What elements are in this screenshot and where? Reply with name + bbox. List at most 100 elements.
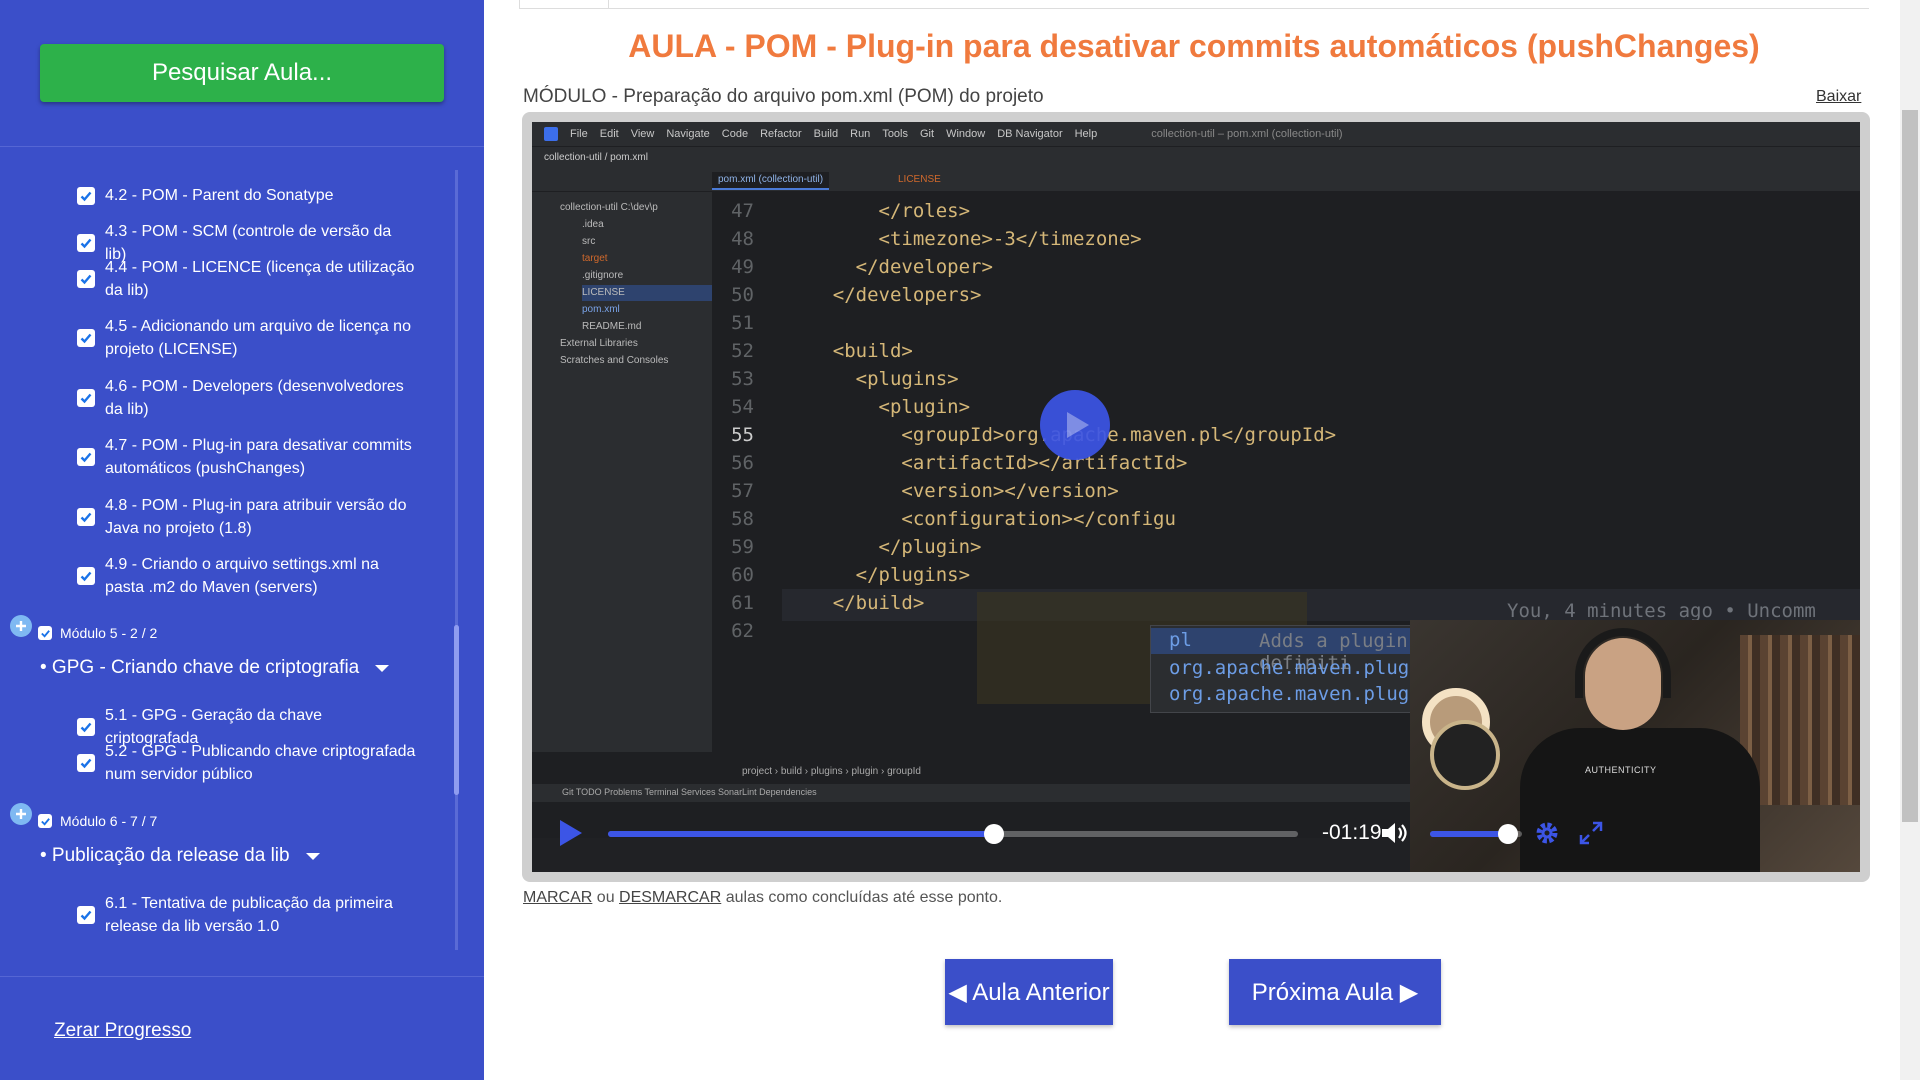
lesson-checkbox[interactable] <box>77 754 95 772</box>
big-play-button[interactable] <box>1040 390 1110 460</box>
lesson-checkbox[interactable] <box>77 448 95 466</box>
line-number: 61 <box>731 592 754 614</box>
expand-plus-icon[interactable] <box>10 803 32 825</box>
lesson-item[interactable]: 4.6 - POM - Developers (desenvolvedores … <box>77 375 417 421</box>
lesson-checkbox[interactable] <box>77 329 95 347</box>
line-number: 49 <box>731 256 754 278</box>
ide-menu-item: Code <box>721 128 749 140</box>
module-6-row[interactable]: Módulo 6 - 7 / 7 <box>10 803 157 829</box>
ide-menu-item: Run <box>850 128 871 140</box>
fullscreen-icon[interactable] <box>1578 820 1604 846</box>
mark-suffix: aulas como concluídas até esse ponto. <box>721 889 1003 906</box>
code-line: <build> <box>787 340 913 362</box>
video-player[interactable]: File Edit View Navigate Code Refactor Build Run… <box>522 112 1870 882</box>
main-content: AULA - POM - Plug-in para desativar comm… <box>484 0 1920 1080</box>
ide-status-text: Git TODO Problems Terminal Services Sona… <box>562 787 817 797</box>
lesson-item[interactable]: 4.4 - POM - LICENCE (licença de utilizaç… <box>77 256 417 302</box>
reset-progress-link[interactable]: Zerar Progresso <box>54 1020 191 1042</box>
lesson-item[interactable]: 4.9 - Criando o arquivo settings.xml na … <box>77 553 417 599</box>
line-number: 53 <box>731 368 754 390</box>
ide-menu: File Edit View Navigate Code Refactor Build Run… <box>570 128 1109 140</box>
module-checkbox[interactable] <box>38 626 52 640</box>
module-label: Módulo 5 - 2 / 2 <box>60 625 158 641</box>
ide-menu-item: Window <box>946 128 986 140</box>
lesson-checkbox[interactable] <box>77 718 95 736</box>
lesson-item[interactable]: 5.2 - GPG - Publicando chave criptografa… <box>77 740 417 786</box>
code-line: <artifactId></artifactId> <box>787 452 1188 474</box>
popup-item: pl <box>1169 629 1192 651</box>
ide-window-title: collection-util – pom.xml (collection-ut… <box>1151 128 1343 140</box>
gear-icon[interactable] <box>1534 820 1560 846</box>
lesson-item[interactable]: 4.2 - POM - Parent do Sonatype <box>77 184 417 207</box>
popup-item: org.apache.maven.plugins <box>1169 683 1444 705</box>
line-number: 48 <box>731 228 754 250</box>
lesson-title: AULA - POM - Plug-in para desativar comm… <box>628 28 1760 64</box>
play-icon[interactable] <box>560 820 582 846</box>
volume-fill <box>1430 831 1509 837</box>
chevron-down-icon[interactable] <box>305 852 320 860</box>
lesson-checkbox[interactable] <box>77 270 95 288</box>
video-frame[interactable]: File Edit View Navigate Code Refactor Build Run… <box>532 122 1860 872</box>
git-blame: You, 4 minutes ago • Uncomm <box>1507 600 1816 622</box>
unmark-link[interactable]: DESMARCAR <box>619 889 721 906</box>
download-link[interactable]: Baixar <box>1816 88 1861 106</box>
lesson-item[interactable]: 4.5 - Adicionando um arquivo de licença … <box>77 315 417 361</box>
tree-item: LICENSE <box>582 285 712 301</box>
progress-fill <box>608 831 995 837</box>
module-checkbox[interactable] <box>38 814 52 828</box>
code-line: <version></version> <box>787 480 1119 502</box>
lesson-label: 4.2 - POM - Parent do Sonatype <box>105 187 334 204</box>
lesson-checkbox[interactable] <box>77 508 95 526</box>
lesson-item[interactable]: 6.1 - Tentativa de publicação da primeir… <box>77 892 417 938</box>
expand-plus-icon[interactable] <box>10 615 32 637</box>
volume-slider[interactable] <box>1430 824 1522 844</box>
line-number: 51 <box>731 312 754 334</box>
code-line: </roles> <box>787 200 971 222</box>
lesson-item[interactable]: 4.7 - POM - Plug-in para desativar commi… <box>77 434 417 480</box>
module-5-row[interactable]: Módulo 5 - 2 / 2 <box>10 615 158 641</box>
ide-menu-item: File <box>570 128 588 140</box>
lesson-label: 5.2 - GPG - Publicando chave criptografa… <box>105 743 416 783</box>
lesson-list: 4.2 - POM - Parent do Sonatype 4.3 - POM … <box>0 170 460 950</box>
code-line: </build> <box>787 592 925 614</box>
lesson-checkbox[interactable] <box>77 186 95 205</box>
mark-link[interactable]: MARCAR <box>523 889 592 906</box>
code-line: </developer> <box>787 256 993 278</box>
play-icon <box>1067 412 1089 438</box>
line-number: 54 <box>731 396 754 418</box>
lesson-label: 4.6 - POM - Developers (desenvolvedores … <box>105 378 404 418</box>
line-number: 60 <box>731 564 754 586</box>
ide-menubar: File Edit View Navigate Code Refactor Build Run… <box>532 122 1860 146</box>
page-scroll-thumb[interactable] <box>1902 110 1918 822</box>
lesson-item[interactable]: 4.8 - POM - Plug-in para atribuir versão… <box>77 494 417 540</box>
shirt-text: AUTHENTICITY <box>1585 765 1657 775</box>
code-line: </plugin> <box>787 536 982 558</box>
section-publicacao[interactable]: • Publicação da release da lib <box>40 845 320 867</box>
volume-icon[interactable] <box>1380 820 1410 846</box>
code-line: <configuration></configu <box>787 508 1176 530</box>
lesson-checkbox[interactable] <box>77 389 95 407</box>
search-lesson-button[interactable]: Pesquisar Aula... <box>40 44 444 102</box>
ide-menu-item: Edit <box>599 128 619 140</box>
headphones <box>1575 628 1671 698</box>
previous-lesson-button[interactable]: ◀ Aula Anterior <box>945 959 1113 1025</box>
intellij-logo-icon <box>544 127 558 141</box>
line-number: 58 <box>731 508 754 530</box>
next-lesson-button[interactable]: Próxima Aula ▶ <box>1229 959 1441 1025</box>
line-number: 57 <box>731 480 754 502</box>
or-text: ou <box>592 889 620 906</box>
line-number: 56 <box>731 452 754 474</box>
section-label: • GPG - Criando chave de criptografia <box>40 657 360 678</box>
lesson-checkbox[interactable] <box>77 567 95 585</box>
line-number: 47 <box>731 200 754 222</box>
sidebar-scrollbar[interactable] <box>455 170 458 950</box>
ide-menu-item: Tools <box>882 128 908 140</box>
sidebar-scroll-thumb[interactable] <box>454 625 459 795</box>
tree-item: External Libraries <box>560 338 638 349</box>
lesson-checkbox[interactable] <box>77 234 95 252</box>
lesson-checkbox[interactable] <box>77 906 95 924</box>
section-gpg[interactable]: • GPG - Criando chave de criptografia <box>40 657 390 679</box>
tree-item: Scratches and Consoles <box>560 355 669 366</box>
progress-bar[interactable] <box>608 824 1298 844</box>
chevron-down-icon[interactable] <box>375 664 390 672</box>
